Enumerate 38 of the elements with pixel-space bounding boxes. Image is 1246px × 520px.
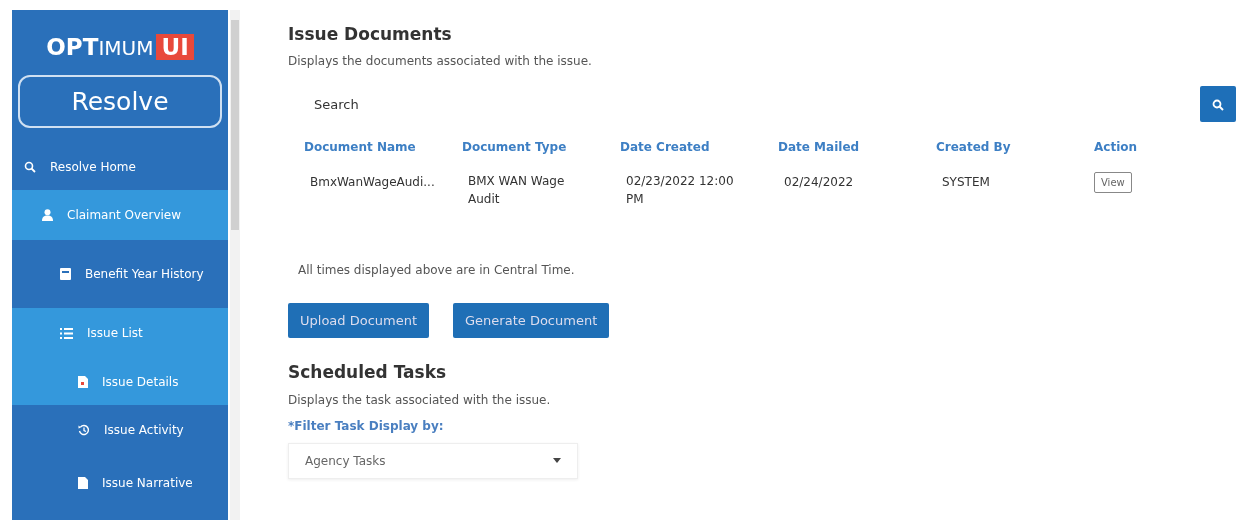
sidebar-item[interactable]: Issue List [12, 308, 228, 358]
app-button[interactable]: Resolve [18, 74, 222, 128]
column-header: Created By [936, 139, 1012, 157]
column-header: Action [1094, 139, 1139, 157]
user-icon [42, 209, 53, 221]
column-header: Document Name [304, 139, 417, 157]
logo-badge: UI [156, 34, 194, 60]
note-text: All times displayed above are in Central Time. [298, 261, 576, 279]
action-button[interactable]: Upload Document [288, 302, 430, 339]
search-button[interactable] [1200, 86, 1236, 123]
action-button[interactable]: Generate Document [453, 302, 610, 339]
section-title: Scheduled Tasks [288, 362, 448, 383]
scrollbar[interactable] [230, 10, 240, 520]
caret-icon [553, 458, 561, 464]
book-icon [60, 268, 71, 280]
view-button[interactable]: View [1094, 172, 1132, 194]
logo-text: IMUM [98, 36, 154, 60]
column-header: Date Created [620, 139, 711, 157]
table-cell-text: 02/24/2022 [784, 174, 854, 192]
table-cell-text: BMX WAN Wage Audit [468, 173, 566, 209]
sidebar-item[interactable]: Claimant Overview [12, 190, 228, 240]
document-icon [78, 375, 88, 388]
table-cell-text: 02/23/2022 12:00 PM [626, 173, 735, 209]
filter-label: *Filter Task Display by: [288, 417, 445, 435]
search-icon [1212, 99, 1224, 112]
logo-text: OPT [46, 34, 99, 60]
section-description: Displays the task associated with the issue. [288, 391, 552, 409]
sidebar-item[interactable]: Issue Details [12, 358, 228, 405]
section-description: Displays the documents associated with the issue. [288, 53, 593, 71]
document-icon [78, 476, 88, 489]
search-icon [24, 161, 36, 173]
table-cell-text: SYSTEM [942, 174, 990, 192]
filter-dropdown[interactable]: Agency Tasks [288, 442, 578, 479]
column-header: Document Type [462, 139, 568, 157]
list-icon [60, 327, 73, 339]
history-icon [78, 424, 90, 436]
section-title: Issue Documents [288, 24, 453, 45]
column-header: Date Mailed [778, 139, 861, 157]
